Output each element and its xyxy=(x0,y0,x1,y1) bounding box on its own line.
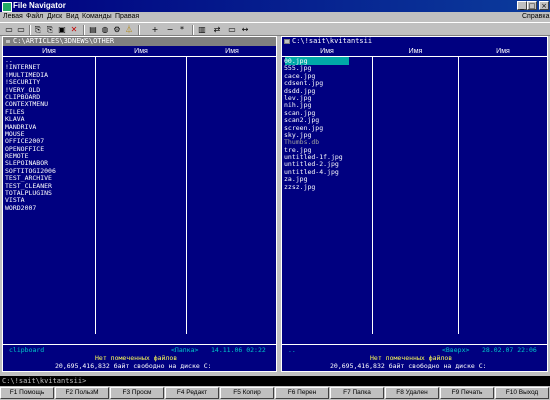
close-button[interactable]: × xyxy=(539,1,549,10)
file-item[interactable]: zzsz.jpg xyxy=(284,183,343,191)
right-column-header-3[interactable]: Имя xyxy=(459,48,547,56)
copy-icon[interactable]: ⎘ xyxy=(33,25,43,34)
left-free-space: 20,695,416,832 байт свободно на диске C: xyxy=(55,362,212,370)
right-column-header-2[interactable]: Имя xyxy=(373,48,458,56)
toolbar: ▭ ▭ ⎘ ⎘ ▣ ✕ ▤ ◍ ⚙ ⏃ + − * ▥ ⇄ ▭ ↔ xyxy=(0,22,550,36)
menu-item-right[interactable]: Правая xyxy=(115,13,139,21)
left-info-divider xyxy=(3,344,276,345)
function-key-f6[interactable]: F6 Перен xyxy=(275,387,329,399)
left-column-header-2[interactable]: Имя xyxy=(96,48,186,56)
minus-icon[interactable]: − xyxy=(165,25,175,34)
left-selection-status: Нет помеченных файлов xyxy=(95,354,178,362)
compare-icon[interactable]: ▥ xyxy=(197,25,207,34)
window-title: File Navigator xyxy=(13,1,66,10)
sync-icon[interactable]: ⇄ xyxy=(212,25,222,34)
left-info-name: clipboard xyxy=(9,346,45,354)
left-info-date: 14.11.06 02:22 xyxy=(211,346,266,354)
left-column-divider xyxy=(95,56,96,334)
command-line[interactable]: C:\!sait\kvitantsii> xyxy=(0,376,550,386)
toolbar-separator xyxy=(138,25,140,35)
terminal-icon[interactable]: ▭ xyxy=(227,25,237,34)
function-key-f9[interactable]: F9 Печать xyxy=(440,387,494,399)
find-icon[interactable]: ◍ xyxy=(100,25,110,34)
right-free-space: 20,695,416,832 байт свободно на диске C: xyxy=(330,362,487,370)
right-info-date: 28.02.07 22:06 xyxy=(482,346,537,354)
left-column-header-3[interactable]: Имя xyxy=(187,48,277,56)
app-icon xyxy=(2,2,12,12)
function-key-f10[interactable]: F10 Выход xyxy=(495,387,549,399)
left-panel[interactable]: C:\ARTICLES\3DNEWS\OTHER Имя Имя Имя ..!… xyxy=(2,36,277,372)
delete-icon[interactable]: ✕ xyxy=(69,25,79,34)
filter-icon[interactable]: ⏃ xyxy=(124,25,134,34)
drive-icon xyxy=(5,39,11,44)
function-key-f4[interactable]: F4 Редакт xyxy=(165,387,219,399)
left-path-bar[interactable]: C:\ARTICLES\3DNEWS\OTHER xyxy=(3,37,276,46)
function-key-f7[interactable]: F7 Папка xyxy=(330,387,384,399)
menu-item-disk[interactable]: Диск xyxy=(47,13,62,21)
maximize-button[interactable]: □ xyxy=(527,1,537,10)
left-column-header-1[interactable]: Имя xyxy=(3,48,95,56)
right-column-divider xyxy=(372,56,373,334)
menu-item-file[interactable]: Файл xyxy=(26,13,43,21)
left-file-list[interactable]: .. !INTERNET !MULTIMEDIA !SECURITY !VERY_OLD… xyxy=(5,56,56,212)
drive-icon[interactable]: ▭ xyxy=(4,25,14,34)
add-icon[interactable]: + xyxy=(150,25,160,34)
function-key-f3[interactable]: F3 Просм xyxy=(110,387,164,399)
function-key-f2[interactable]: F2 ПользМ xyxy=(55,387,109,399)
move-icon[interactable]: ⎘ xyxy=(45,25,55,34)
right-info-name: .. xyxy=(288,346,296,354)
left-path: C:\ARTICLES\3DNEWS\OTHER xyxy=(13,37,115,45)
function-key-f5[interactable]: F5 Копир xyxy=(220,387,274,399)
menu-item-commands[interactable]: Команды xyxy=(82,13,112,21)
drive-icon xyxy=(284,39,290,44)
toolbar-separator xyxy=(192,25,194,35)
star-icon[interactable]: * xyxy=(177,25,187,34)
network-icon[interactable]: ▭ xyxy=(16,25,26,34)
menu-item-left[interactable]: Левая xyxy=(3,13,23,21)
left-column-divider xyxy=(186,56,187,334)
settings-icon[interactable]: ⚙ xyxy=(112,25,122,34)
right-file-list[interactable]: 00.jpg 555.jpg cace.jpg cdsent.jpg dsdd.jpg l… xyxy=(284,57,343,191)
title-bar[interactable]: File Navigator _ □ × xyxy=(0,0,550,12)
newfolder-icon[interactable]: ▣ xyxy=(57,25,67,34)
toolbar-separator xyxy=(29,25,31,35)
function-key-f8[interactable]: F8 Удален xyxy=(385,387,439,399)
function-key-bar: F1 Помощь F2 ПользМ F3 Просм F4 Редакт F5 Ко… xyxy=(0,387,550,400)
right-selection-status: Нет помеченных файлов xyxy=(370,354,453,362)
properties-icon[interactable]: ▤ xyxy=(88,25,98,34)
menu-item-help[interactable]: Справка xyxy=(522,13,549,21)
right-panel[interactable]: C:\!sait\kvitantsii Имя Имя Имя 00.jpg 55… xyxy=(281,36,548,372)
swap-icon[interactable]: ↔ xyxy=(240,25,250,34)
right-info-type: <Вверх> xyxy=(442,346,470,354)
right-path-bar[interactable]: C:\!sait\kvitantsii xyxy=(282,37,547,46)
toolbar-separator xyxy=(83,25,85,35)
minimize-button[interactable]: _ xyxy=(517,1,527,10)
right-column-divider xyxy=(458,56,459,334)
menu-item-view[interactable]: Вид xyxy=(66,13,79,21)
right-column-header-1[interactable]: Имя xyxy=(282,48,372,56)
right-info-divider xyxy=(282,344,547,345)
menu-bar: Левая Файл Диск Вид Команды Правая Справ… xyxy=(0,12,550,22)
function-key-f1[interactable]: F1 Помощь xyxy=(0,387,54,399)
right-path: C:\!sait\kvitantsii xyxy=(292,37,373,45)
file-item[interactable]: WORD2007 xyxy=(5,204,56,212)
left-info-type: <Папка> xyxy=(171,346,199,354)
